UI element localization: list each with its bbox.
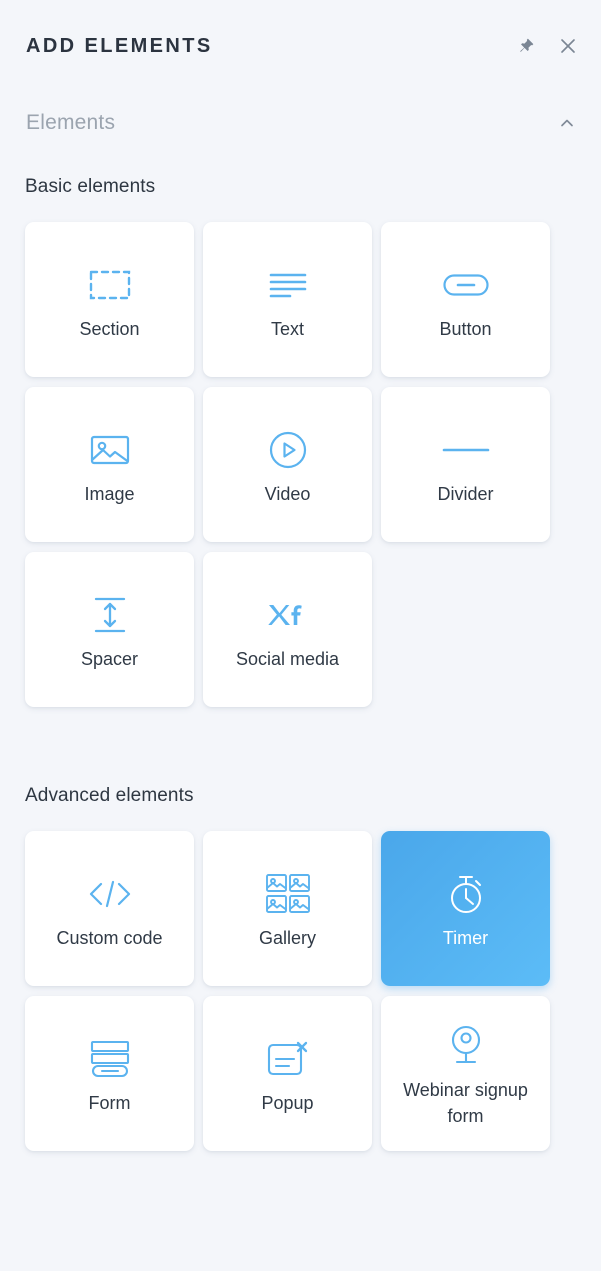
element-card-section[interactable]: Section — [25, 222, 194, 377]
element-card-label: Popup — [261, 1092, 314, 1113]
element-card-spacer[interactable]: Spacer — [25, 552, 194, 707]
element-card-form[interactable]: Form — [25, 996, 194, 1151]
pill-button-icon — [442, 257, 489, 313]
group-basic-elements: Basic elements Section Text Button Image… — [0, 176, 601, 707]
element-card-label: Image — [84, 483, 135, 504]
element-card-label: Social media — [235, 648, 340, 669]
page-title: ADD ELEMENTS — [26, 34, 213, 57]
element-card-gallery[interactable]: Gallery — [203, 831, 372, 986]
element-card-webinar-signup-form[interactable]: Webinar signup form — [381, 996, 550, 1151]
social-x-facebook-icon — [265, 587, 311, 643]
element-card-label: Video — [264, 483, 311, 504]
element-card-label: Spacer — [80, 648, 139, 669]
element-card-label: Text — [270, 318, 304, 339]
form-fields-icon — [88, 1031, 132, 1087]
element-card-popup[interactable]: Popup — [203, 996, 372, 1151]
header-actions — [515, 35, 579, 57]
element-card-label: Form — [88, 1092, 131, 1113]
code-brackets-icon — [88, 866, 132, 922]
pin-icon[interactable] — [515, 35, 537, 57]
element-card-image[interactable]: Image — [25, 387, 194, 542]
element-card-label: Webinar signup form — [403, 1080, 528, 1126]
element-card-label: Gallery — [258, 927, 316, 948]
close-icon[interactable] — [557, 35, 579, 57]
element-card-label: Timer — [442, 927, 489, 948]
horizontal-line-icon — [442, 422, 490, 478]
basic-elements-grid: Section Text Button Image Video Divider … — [25, 222, 576, 707]
element-card-label: Button — [439, 318, 492, 339]
advanced-elements-grid: Custom code Gallery Timer Form Popup Web… — [25, 831, 576, 1151]
stopwatch-icon — [447, 866, 485, 922]
element-card-social-media[interactable]: Social media — [203, 552, 372, 707]
play-circle-icon — [269, 422, 307, 478]
webcam-icon — [448, 1018, 484, 1074]
element-card-text[interactable]: Text — [203, 222, 372, 377]
group-advanced-elements: Advanced elements Custom code Gallery Ti… — [0, 785, 601, 1151]
vertical-arrow-icon — [92, 587, 128, 643]
group-title-basic: Basic elements — [25, 176, 156, 197]
elements-section-label: Elements — [26, 111, 116, 134]
text-lines-icon — [268, 257, 308, 313]
element-card-button[interactable]: Button — [381, 222, 550, 377]
dashed-rectangle-icon — [89, 257, 131, 313]
group-title-advanced: Advanced elements — [25, 785, 194, 806]
picture-icon — [90, 422, 130, 478]
panel-header: ADD ELEMENTS — [0, 0, 601, 92]
element-card-timer[interactable]: Timer — [381, 831, 550, 986]
popup-window-icon — [267, 1031, 309, 1087]
element-card-custom-code[interactable]: Custom code — [25, 831, 194, 986]
chevron-up-icon[interactable] — [557, 113, 577, 133]
elements-section-toggle[interactable]: Elements — [0, 92, 601, 154]
add-elements-panel: ADD ELEMENTS Elements Basic elements Sec… — [0, 0, 601, 1271]
element-card-divider[interactable]: Divider — [381, 387, 550, 542]
image-grid-icon — [265, 866, 310, 922]
element-card-label: Section — [79, 318, 140, 339]
element-card-label: Divider — [437, 483, 494, 504]
element-card-label: Custom code — [56, 927, 163, 948]
element-card-video[interactable]: Video — [203, 387, 372, 542]
